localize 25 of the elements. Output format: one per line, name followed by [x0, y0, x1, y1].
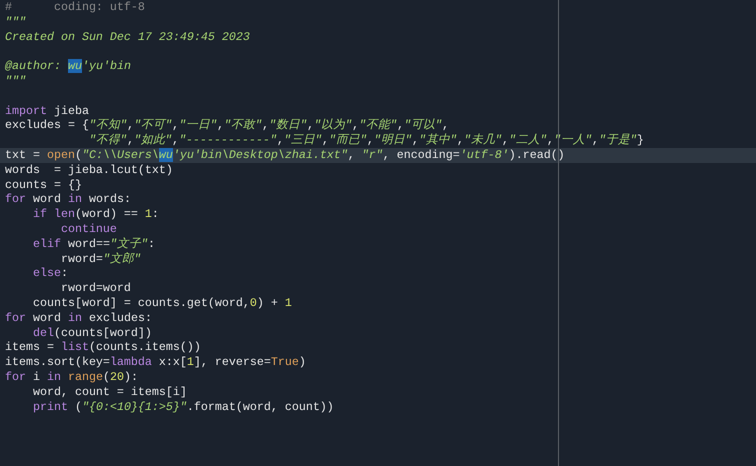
code-line: rword=word — [60, 281, 132, 296]
code-line: counts = {} — [4, 178, 83, 192]
code-editor[interactable] — [0, 0, 756, 466]
code-line: Created on Sun Dec 17 23:49:45 2023 — [4, 30, 251, 44]
code-line: items.sort(key=lambda x:x[1], reverse=True) — [4, 355, 307, 370]
code-line: items = list(counts.items()) — [4, 340, 202, 356]
code-line: if len(word) == 1: — [32, 207, 160, 222]
code-line: # coding: utf-8 — [4, 0, 146, 15]
code-line: continue — [60, 222, 118, 237]
code-line: words = jieba.lcut(txt) — [4, 162, 174, 178]
code-line: import jieba — [4, 104, 90, 118]
code-line: """ — [4, 74, 27, 89]
code-line: rword="文郎" — [60, 252, 142, 266]
code-line: excludes = {"不知","不可","一日","不敢","数日","以为","不能","可以", — [4, 118, 450, 133]
code-line: elif word=="文子": — [32, 236, 156, 252]
code-line: for word in words: — [4, 192, 132, 208]
code-line: counts[word] = counts.get(word,0) + 1 — [32, 296, 293, 311]
code-line: else: — [32, 266, 69, 282]
code-line: print ("{0:<10}{1:>5}".format(word, count)) — [32, 400, 335, 414]
code-line: word, count = items[i] — [32, 384, 188, 400]
code-line: for word in excludes: — [4, 310, 153, 326]
code-line: """ — [4, 14, 27, 30]
code-line: del(counts[word]) — [32, 326, 153, 340]
code-line: for i in range(20): — [4, 370, 139, 385]
code-line: @author: wu'yu'bin — [4, 59, 132, 74]
